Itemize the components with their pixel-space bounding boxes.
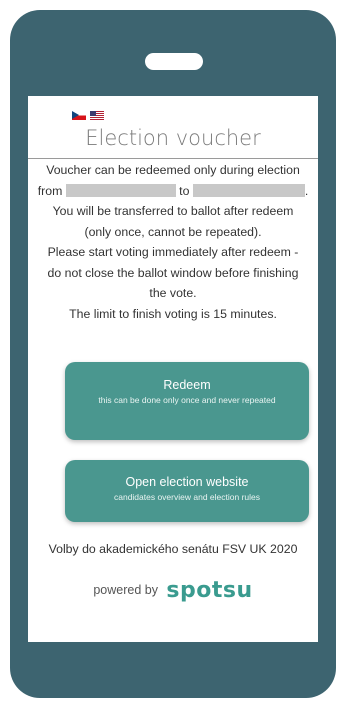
from-label: from <box>37 183 63 198</box>
election-period-line: from to . <box>28 181 318 202</box>
powered-by-label: powered by <box>93 583 158 597</box>
phone-frame: Election voucher Voucher can be redeemed… <box>10 10 336 698</box>
title-divider <box>28 158 318 159</box>
redeem-button[interactable]: Redeem this can be done only once and ne… <box>65 362 309 440</box>
info-line: the vote. <box>149 286 197 300</box>
website-button-sublabel: candidates overview and election rules <box>113 492 260 502</box>
info-line: do not close the ballot window before fi… <box>47 265 299 280</box>
powered-by: powered by spotsu <box>28 578 318 603</box>
info-line: (only once, cannot be repeated). <box>84 224 262 239</box>
info-line: Voucher can be redeemed only during elec… <box>46 163 300 177</box>
language-switcher <box>72 111 104 122</box>
voucher-info: Voucher can be redeemed only during elec… <box>28 160 318 324</box>
redeem-button-label: Redeem <box>163 378 211 392</box>
us-flag-icon[interactable] <box>90 111 104 120</box>
info-line: You will be transferred to ballot after … <box>52 204 294 218</box>
spotsu-logo: spotsu <box>166 578 253 603</box>
time-limit-line: The limit to finish voting is 15 minutes… <box>69 306 277 321</box>
redeem-button-sublabel: this can be done only once and never rep… <box>98 395 276 405</box>
speaker-slot <box>145 53 203 70</box>
to-label: to <box>179 183 190 198</box>
redacted-end-date <box>192 183 305 197</box>
open-election-website-button[interactable]: Open election website candidates overvie… <box>65 460 309 522</box>
info-line: Please start voting immediately after re… <box>47 245 299 259</box>
czech-flag-icon[interactable] <box>72 111 86 120</box>
election-name: Volby do akademického senátu FSV UK 2020 <box>48 542 298 556</box>
app-screen: Election voucher Voucher can be redeemed… <box>28 96 318 642</box>
page-title: Election voucher <box>85 126 261 150</box>
website-button-label: Open election website <box>125 475 249 489</box>
redacted-start-date <box>65 183 176 197</box>
period-end: . <box>304 183 309 198</box>
